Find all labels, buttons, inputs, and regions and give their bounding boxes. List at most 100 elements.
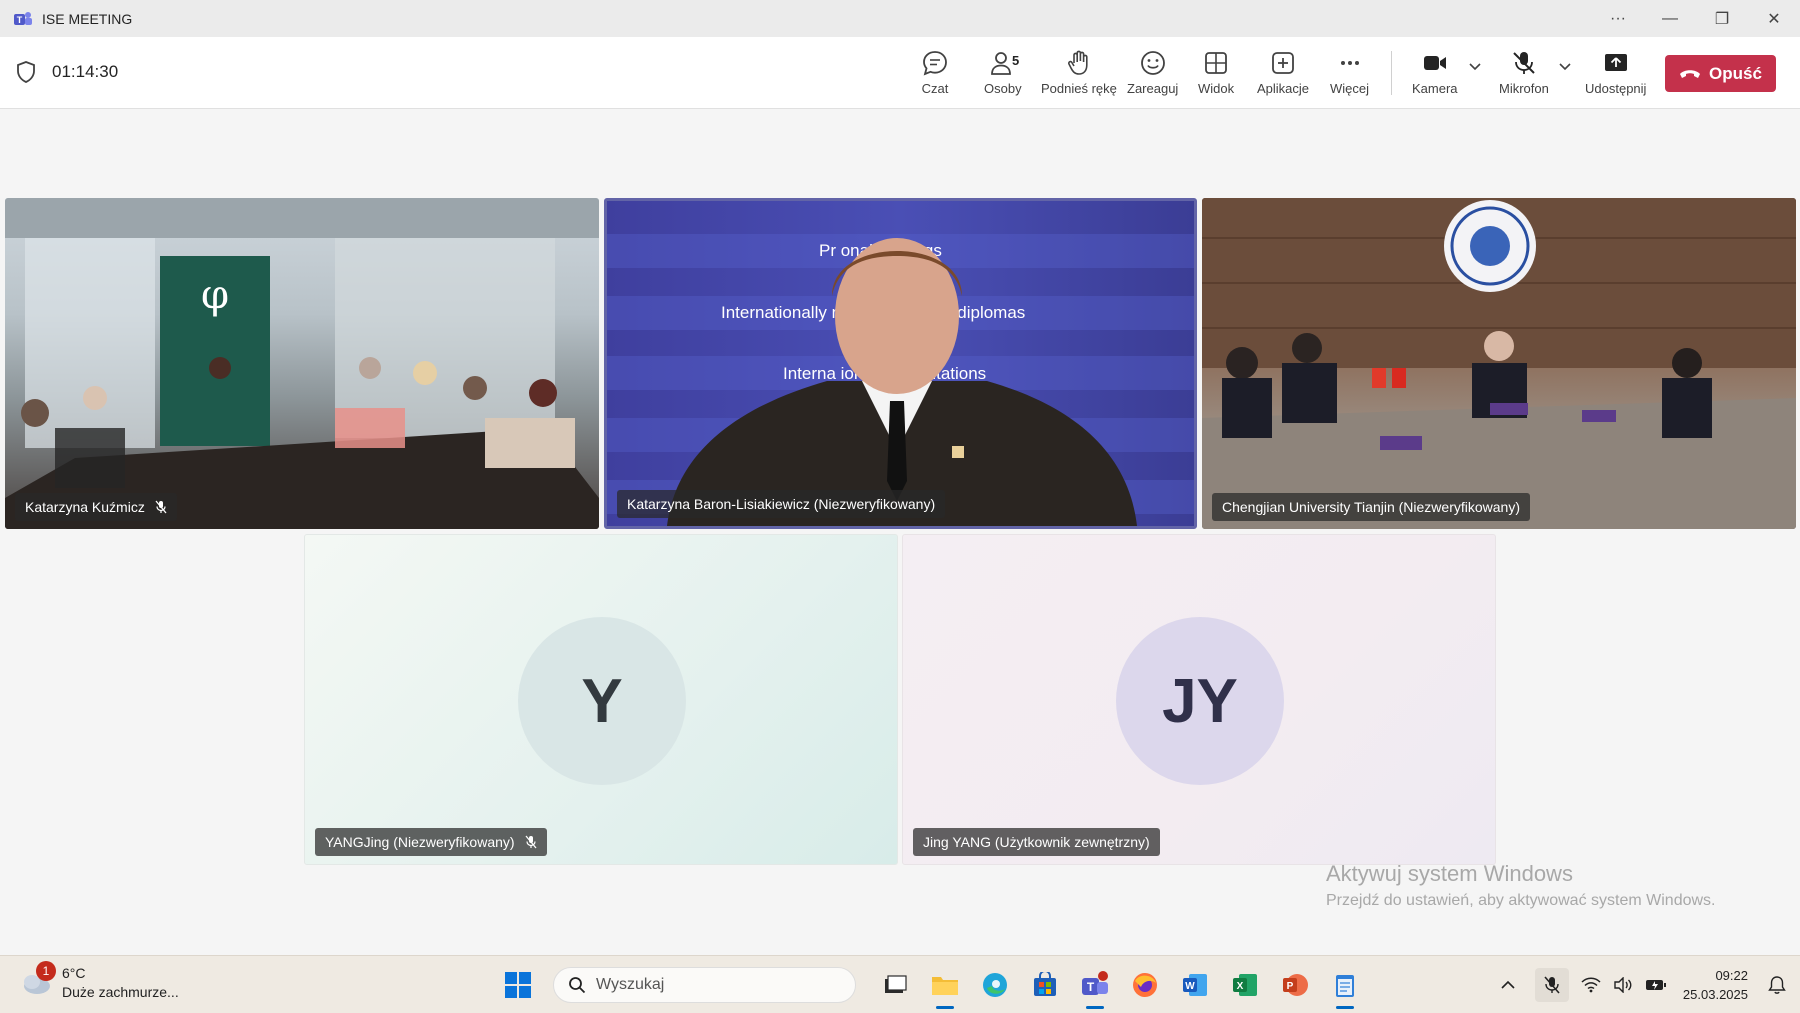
ellipsis-icon: [1340, 61, 1359, 65]
excel-app[interactable]: X: [1226, 966, 1264, 1004]
powerpoint-app[interactable]: P: [1276, 966, 1314, 1004]
svg-text:W: W: [1185, 981, 1195, 992]
microphone-options-chevron-icon[interactable]: [1559, 63, 1571, 71]
task-view-icon: [885, 975, 907, 993]
title-bar: T ISE MEETING ··· — ❐ ✕: [0, 0, 1800, 37]
avatar: Y: [518, 617, 686, 785]
microphone-button[interactable]: Mikrofon: [1499, 49, 1549, 96]
timer-text: 01:14:30: [52, 62, 119, 81]
people-button[interactable]: 5 Osoby: [984, 49, 1022, 96]
react-button[interactable]: Zareaguj: [1127, 49, 1178, 96]
muted-microphone-icon: [155, 500, 167, 514]
weather-widget[interactable]: 1 6°C Duże zachmurze...: [20, 961, 179, 1002]
phone-hangup-icon: [1680, 69, 1701, 78]
meeting-timer: 01:14:30: [16, 61, 118, 83]
chat-label: Czat: [921, 81, 949, 96]
powerpoint-icon: P: [1283, 974, 1308, 996]
microphone-label: Mikrofon: [1499, 81, 1549, 96]
react-label: Zareaguj: [1127, 81, 1179, 96]
clock-date: 25.03.2025: [1682, 987, 1748, 1002]
toolbar-divider: [1391, 51, 1392, 95]
muted-microphone-icon: [525, 835, 537, 849]
video-tile-jing-yang[interactable]: JY Jing YANG (Użytkownik zewnętrzny): [902, 534, 1496, 865]
wifi-icon: [1581, 977, 1601, 993]
windows-logo-icon: [505, 972, 531, 998]
clock[interactable]: 09:22 25.03.2025: [1683, 966, 1748, 1004]
share-button[interactable]: Udostępnij: [1585, 49, 1646, 96]
raise-hand-label: Podnieś rękę: [1041, 81, 1117, 96]
people-count: 5: [1012, 53, 1020, 68]
leave-label: Opuść: [1709, 63, 1762, 83]
participant-name-label: YANGJing (Niezweryfikowany): [315, 828, 547, 856]
chat-icon: [923, 51, 947, 76]
store-icon: [1034, 972, 1056, 996]
search-icon: [569, 977, 586, 994]
video-tile-katarzyna-kuzmicz[interactable]: φ Katarzyna Kuźmicz: [5, 198, 599, 529]
meeting-toolbar: 01:14:30 Czat 5 Osoby Podnieś rękę Zarea…: [0, 37, 1800, 109]
system-tray: 09:22 25.03.2025: [1495, 956, 1800, 1013]
participant-name: Jing YANG (Użytkownik zewnętrzny): [923, 834, 1150, 850]
file-explorer-app[interactable]: [926, 966, 964, 1009]
task-view-button[interactable]: [876, 966, 914, 1004]
participant-name: Chengjian University Tianjin (Niezweryfi…: [1222, 499, 1520, 515]
video-tile-katarzyna-baron-lisiakiewicz[interactable]: Pr onal rankings Internationally mas and…: [604, 198, 1197, 529]
camera-label: Kamera: [1412, 81, 1458, 96]
add-app-icon: [1272, 52, 1294, 74]
view-button[interactable]: Widok: [1198, 49, 1234, 96]
shield-icon: [17, 61, 35, 83]
maximize-button[interactable]: ❐: [1696, 0, 1748, 37]
participant-name-label: Chengjian University Tianjin (Niezweryfi…: [1212, 493, 1530, 521]
firefox-app[interactable]: [1126, 966, 1164, 1004]
tray-microphone-muted-button[interactable]: [1534, 968, 1569, 1002]
video-feed-university-room: [1202, 198, 1796, 529]
leave-button[interactable]: Opuść: [1665, 55, 1776, 92]
participant-name-label: Katarzyna Baron-Lisiakiewicz (Niezweryfi…: [617, 490, 946, 518]
notifications-button[interactable]: [1768, 975, 1786, 995]
word-icon: W: [1183, 974, 1207, 996]
taskbar-search[interactable]: Wyszukaj: [553, 967, 856, 1003]
close-button[interactable]: ✕: [1748, 0, 1800, 37]
edge-browser-icon: [983, 973, 1007, 997]
svg-text:T: T: [1087, 980, 1095, 994]
microphone-muted-icon: [1513, 52, 1535, 74]
hand-icon: [1067, 50, 1088, 75]
edge-app[interactable]: [976, 966, 1014, 1004]
camera-options-chevron-icon[interactable]: [1469, 63, 1481, 71]
svg-text:φ: φ: [201, 272, 229, 318]
share-screen-icon: [1604, 54, 1627, 71]
chat-button[interactable]: Czat: [921, 49, 949, 96]
excel-icon: X: [1233, 974, 1257, 996]
speaker-icon: [1614, 977, 1632, 993]
more-options-button[interactable]: ···: [1592, 0, 1644, 37]
share-label: Udostępnij: [1585, 81, 1647, 96]
grid-view-icon: [1205, 52, 1227, 74]
video-tile-yangjing[interactable]: Y YANGJing (Niezweryfikowany): [304, 534, 898, 865]
start-button[interactable]: [499, 966, 537, 1004]
camera-button[interactable]: Kamera: [1412, 49, 1458, 96]
raise-hand-button[interactable]: Podnieś rękę: [1041, 49, 1117, 96]
teams-app[interactable]: T: [1076, 966, 1114, 1009]
more-button[interactable]: Więcej: [1330, 49, 1369, 96]
window-controls: ··· — ❐ ✕: [1592, 0, 1800, 37]
microphone-muted-icon: [1544, 976, 1560, 994]
battery-button[interactable]: [1645, 978, 1667, 992]
wifi-button[interactable]: [1581, 977, 1601, 993]
apps-button[interactable]: Aplikacje: [1257, 49, 1309, 96]
temperature: 6°C: [62, 965, 86, 981]
minimize-button[interactable]: —: [1644, 0, 1696, 37]
firefox-icon: [1133, 973, 1157, 997]
video-feed-conference-room: φ: [5, 198, 599, 529]
weather-description: Duże zachmurze...: [62, 984, 179, 1000]
volume-button[interactable]: [1613, 977, 1633, 993]
notification-badge: 1: [36, 961, 56, 981]
participant-name-label: Katarzyna Kuźmicz: [15, 493, 177, 521]
word-app[interactable]: W: [1176, 966, 1214, 1004]
video-tile-chengjian-university[interactable]: Chengjian University Tianjin (Niezweryfi…: [1202, 198, 1796, 529]
microsoft-store-app[interactable]: [1026, 966, 1064, 1004]
apps-label: Aplikacje: [1257, 81, 1310, 96]
video-feed-speaker: [667, 238, 1137, 526]
notepad-app[interactable]: [1326, 966, 1364, 1009]
view-label: Widok: [1198, 81, 1235, 96]
smiley-icon: [1140, 51, 1165, 75]
show-hidden-icons-button[interactable]: [1501, 980, 1515, 990]
